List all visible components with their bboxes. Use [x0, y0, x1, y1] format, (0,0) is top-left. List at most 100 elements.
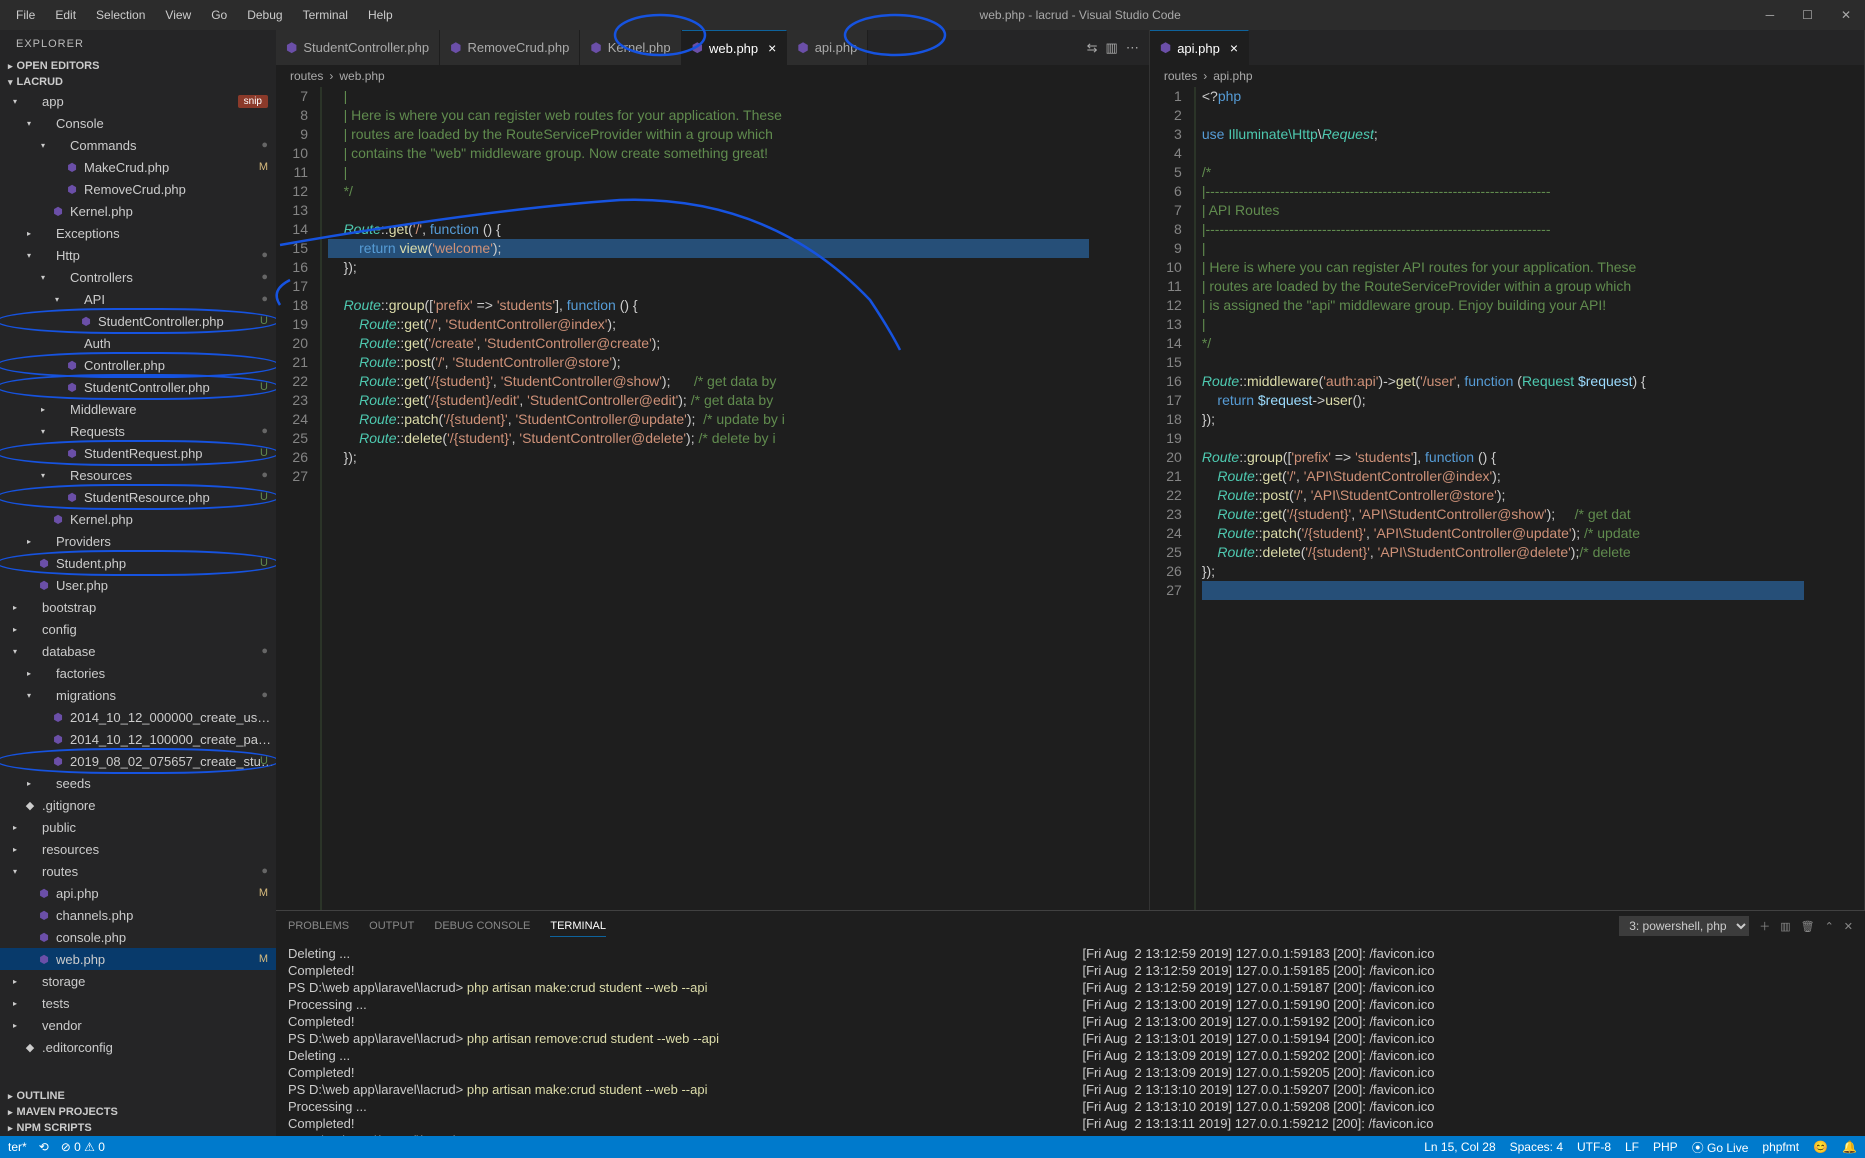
tree-item[interactable]: ⬢web.phpM — [0, 948, 276, 970]
section-open-editors[interactable]: ▸OPEN EDITORS — [0, 58, 276, 74]
trash-icon[interactable]: 🗑 — [1801, 916, 1815, 937]
status-item[interactable]: ⟲ — [39, 1140, 49, 1154]
tree-item[interactable]: ⬢2019_08_02_075657_create_students_table… — [0, 750, 276, 772]
close-panel-icon[interactable]: ✕ — [1844, 916, 1853, 937]
menu-file[interactable]: File — [8, 4, 43, 26]
section-maven[interactable]: ▸MAVEN PROJECTS — [0, 1104, 276, 1120]
close-icon[interactable]: × — [1230, 40, 1238, 56]
tree-item[interactable]: ▸vendor — [0, 1014, 276, 1036]
status-item[interactable]: Spaces: 4 — [1510, 1140, 1563, 1154]
menu-help[interactable]: Help — [360, 4, 401, 26]
status-item[interactable]: UTF-8 — [1577, 1140, 1611, 1154]
tab[interactable]: ⬢Kernel.php — [580, 30, 681, 65]
tree-item[interactable]: ⬢api.phpM — [0, 882, 276, 904]
tree-item[interactable]: ▸resources — [0, 838, 276, 860]
menu-debug[interactable]: Debug — [239, 4, 290, 26]
status-item[interactable]: ⊘ 0 ⚠ 0 — [61, 1140, 105, 1154]
tree-item[interactable]: ⬢Controller.php — [0, 354, 276, 376]
panel-tab-terminal[interactable]: TERMINAL — [550, 916, 606, 937]
panel-tab-output[interactable]: OUTPUT — [369, 916, 414, 936]
tree-item[interactable]: ▾Commands● — [0, 134, 276, 156]
tree-item[interactable]: ▸storage — [0, 970, 276, 992]
menu-edit[interactable]: Edit — [47, 4, 84, 26]
tree-item[interactable]: ▸public — [0, 816, 276, 838]
close-icon[interactable]: × — [768, 40, 776, 56]
status-item[interactable]: 😊 — [1813, 1140, 1828, 1154]
tree-item[interactable]: ▸bootstrap — [0, 596, 276, 618]
tab[interactable]: ⬢web.php× — [682, 30, 788, 65]
tree-item[interactable]: ▾database● — [0, 640, 276, 662]
tree-item[interactable]: ◆.gitignore — [0, 794, 276, 816]
tree-item[interactable]: ⬢Kernel.php — [0, 508, 276, 530]
tree-item[interactable]: ⬢StudentController.phpU — [0, 376, 276, 398]
tree-item[interactable]: ▸Exceptions — [0, 222, 276, 244]
more-icon[interactable]: ⋯ — [1126, 40, 1139, 56]
menu-selection[interactable]: Selection — [88, 4, 153, 26]
menu-go[interactable]: Go — [203, 4, 235, 26]
breadcrumb-item[interactable]: web.php — [339, 69, 384, 83]
status-item[interactable]: ⦿ Go Live — [1692, 1139, 1749, 1156]
minimize-button[interactable]: ─ — [1760, 6, 1781, 24]
tree-item[interactable]: ⬢MakeCrud.phpM — [0, 156, 276, 178]
tree-item[interactable]: ⬢User.php — [0, 574, 276, 596]
status-item[interactable]: ter* — [8, 1140, 27, 1154]
breadcrumb-right[interactable]: routes›api.php — [1150, 65, 1864, 87]
code-editor-left[interactable]: 789101112131415161718192021222324252627 … — [276, 87, 1149, 910]
tree-item[interactable]: ⬢console.php — [0, 926, 276, 948]
tree-item[interactable]: ⬢StudentRequest.phpU — [0, 442, 276, 464]
tree-item[interactable]: ▾Controllers● — [0, 266, 276, 288]
menu-view[interactable]: View — [157, 4, 199, 26]
tree-item[interactable]: ⬢2014_10_12_100000_create_password_reset… — [0, 728, 276, 750]
tree-item[interactable]: ⬢Student.phpU — [0, 552, 276, 574]
breadcrumb-item[interactable]: routes — [290, 69, 323, 83]
compare-icon[interactable]: ⇆ — [1087, 40, 1098, 56]
minimap-left[interactable] — [1089, 87, 1149, 910]
tree-item[interactable]: ⬢RemoveCrud.php — [0, 178, 276, 200]
tab[interactable]: ⬢StudentController.php — [276, 30, 440, 65]
tab[interactable]: ⬢api.php — [787, 30, 868, 65]
tree-item[interactable]: ▾migrations● — [0, 684, 276, 706]
status-item[interactable]: LF — [1625, 1140, 1639, 1154]
tab[interactable]: ⬢RemoveCrud.php — [440, 30, 580, 65]
new-terminal-icon[interactable]: ＋ — [1759, 914, 1770, 938]
menu-terminal[interactable]: Terminal — [295, 4, 356, 26]
tree-item[interactable]: ▸seeds — [0, 772, 276, 794]
tree-item[interactable]: ▸config — [0, 618, 276, 640]
breadcrumb-item[interactable]: api.php — [1213, 69, 1252, 83]
tree-item[interactable]: ⬢StudentController.phpU — [0, 310, 276, 332]
terminal[interactable]: Deleting ...Completed!PS D:\web app\lara… — [276, 941, 1865, 1136]
maximize-button[interactable]: ☐ — [1796, 6, 1819, 24]
status-item[interactable]: phpfmt — [1762, 1140, 1799, 1154]
status-item[interactable]: Ln 15, Col 28 — [1424, 1140, 1495, 1154]
tree-item[interactable]: ▾API● — [0, 288, 276, 310]
tree-item[interactable]: ▾Requests● — [0, 420, 276, 442]
split-icon[interactable]: ▥ — [1106, 40, 1118, 56]
split-terminal-icon[interactable]: ▥ — [1780, 916, 1790, 937]
section-outline[interactable]: ▸OUTLINE — [0, 1088, 276, 1104]
section-workspace[interactable]: ▾LACRUD — [0, 74, 276, 90]
terminal-select[interactable]: 3: powershell, php — [1619, 916, 1749, 936]
tree-item[interactable]: ▾Resources● — [0, 464, 276, 486]
status-item[interactable]: 🔔 — [1842, 1140, 1857, 1154]
tree-item[interactable]: ▸tests — [0, 992, 276, 1014]
panel-tab-problems[interactable]: PROBLEMS — [288, 916, 349, 936]
tree-item[interactable]: ▾Http● — [0, 244, 276, 266]
close-button[interactable]: ✕ — [1835, 6, 1857, 24]
panel-tab-debug console[interactable]: DEBUG CONSOLE — [434, 916, 530, 936]
section-npm[interactable]: ▸NPM SCRIPTS — [0, 1120, 276, 1136]
tree-item[interactable]: ◆.editorconfig — [0, 1036, 276, 1058]
tree-item[interactable]: ⬢2014_10_12_000000_create_users_table.ph… — [0, 706, 276, 728]
tree-item[interactable]: ▸factories — [0, 662, 276, 684]
breadcrumb-left[interactable]: routes›web.php — [276, 65, 1149, 87]
minimap-right[interactable] — [1804, 87, 1864, 910]
status-item[interactable]: PHP — [1653, 1140, 1678, 1154]
tree-item[interactable]: Auth — [0, 332, 276, 354]
tree-item[interactable]: ▾appsnip — [0, 90, 276, 112]
tree-item[interactable]: ▾routes● — [0, 860, 276, 882]
tree-item[interactable]: ▾Console — [0, 112, 276, 134]
code-editor-right[interactable]: 1234567891011121314151617181920212223242… — [1150, 87, 1864, 910]
tree-item[interactable]: ⬢channels.php — [0, 904, 276, 926]
tree-item[interactable]: ▸Middleware — [0, 398, 276, 420]
file-tree[interactable]: ▾appsnip▾Console▾Commands●⬢MakeCrud.phpM… — [0, 90, 276, 1088]
tab[interactable]: ⬢api.php× — [1150, 30, 1249, 65]
